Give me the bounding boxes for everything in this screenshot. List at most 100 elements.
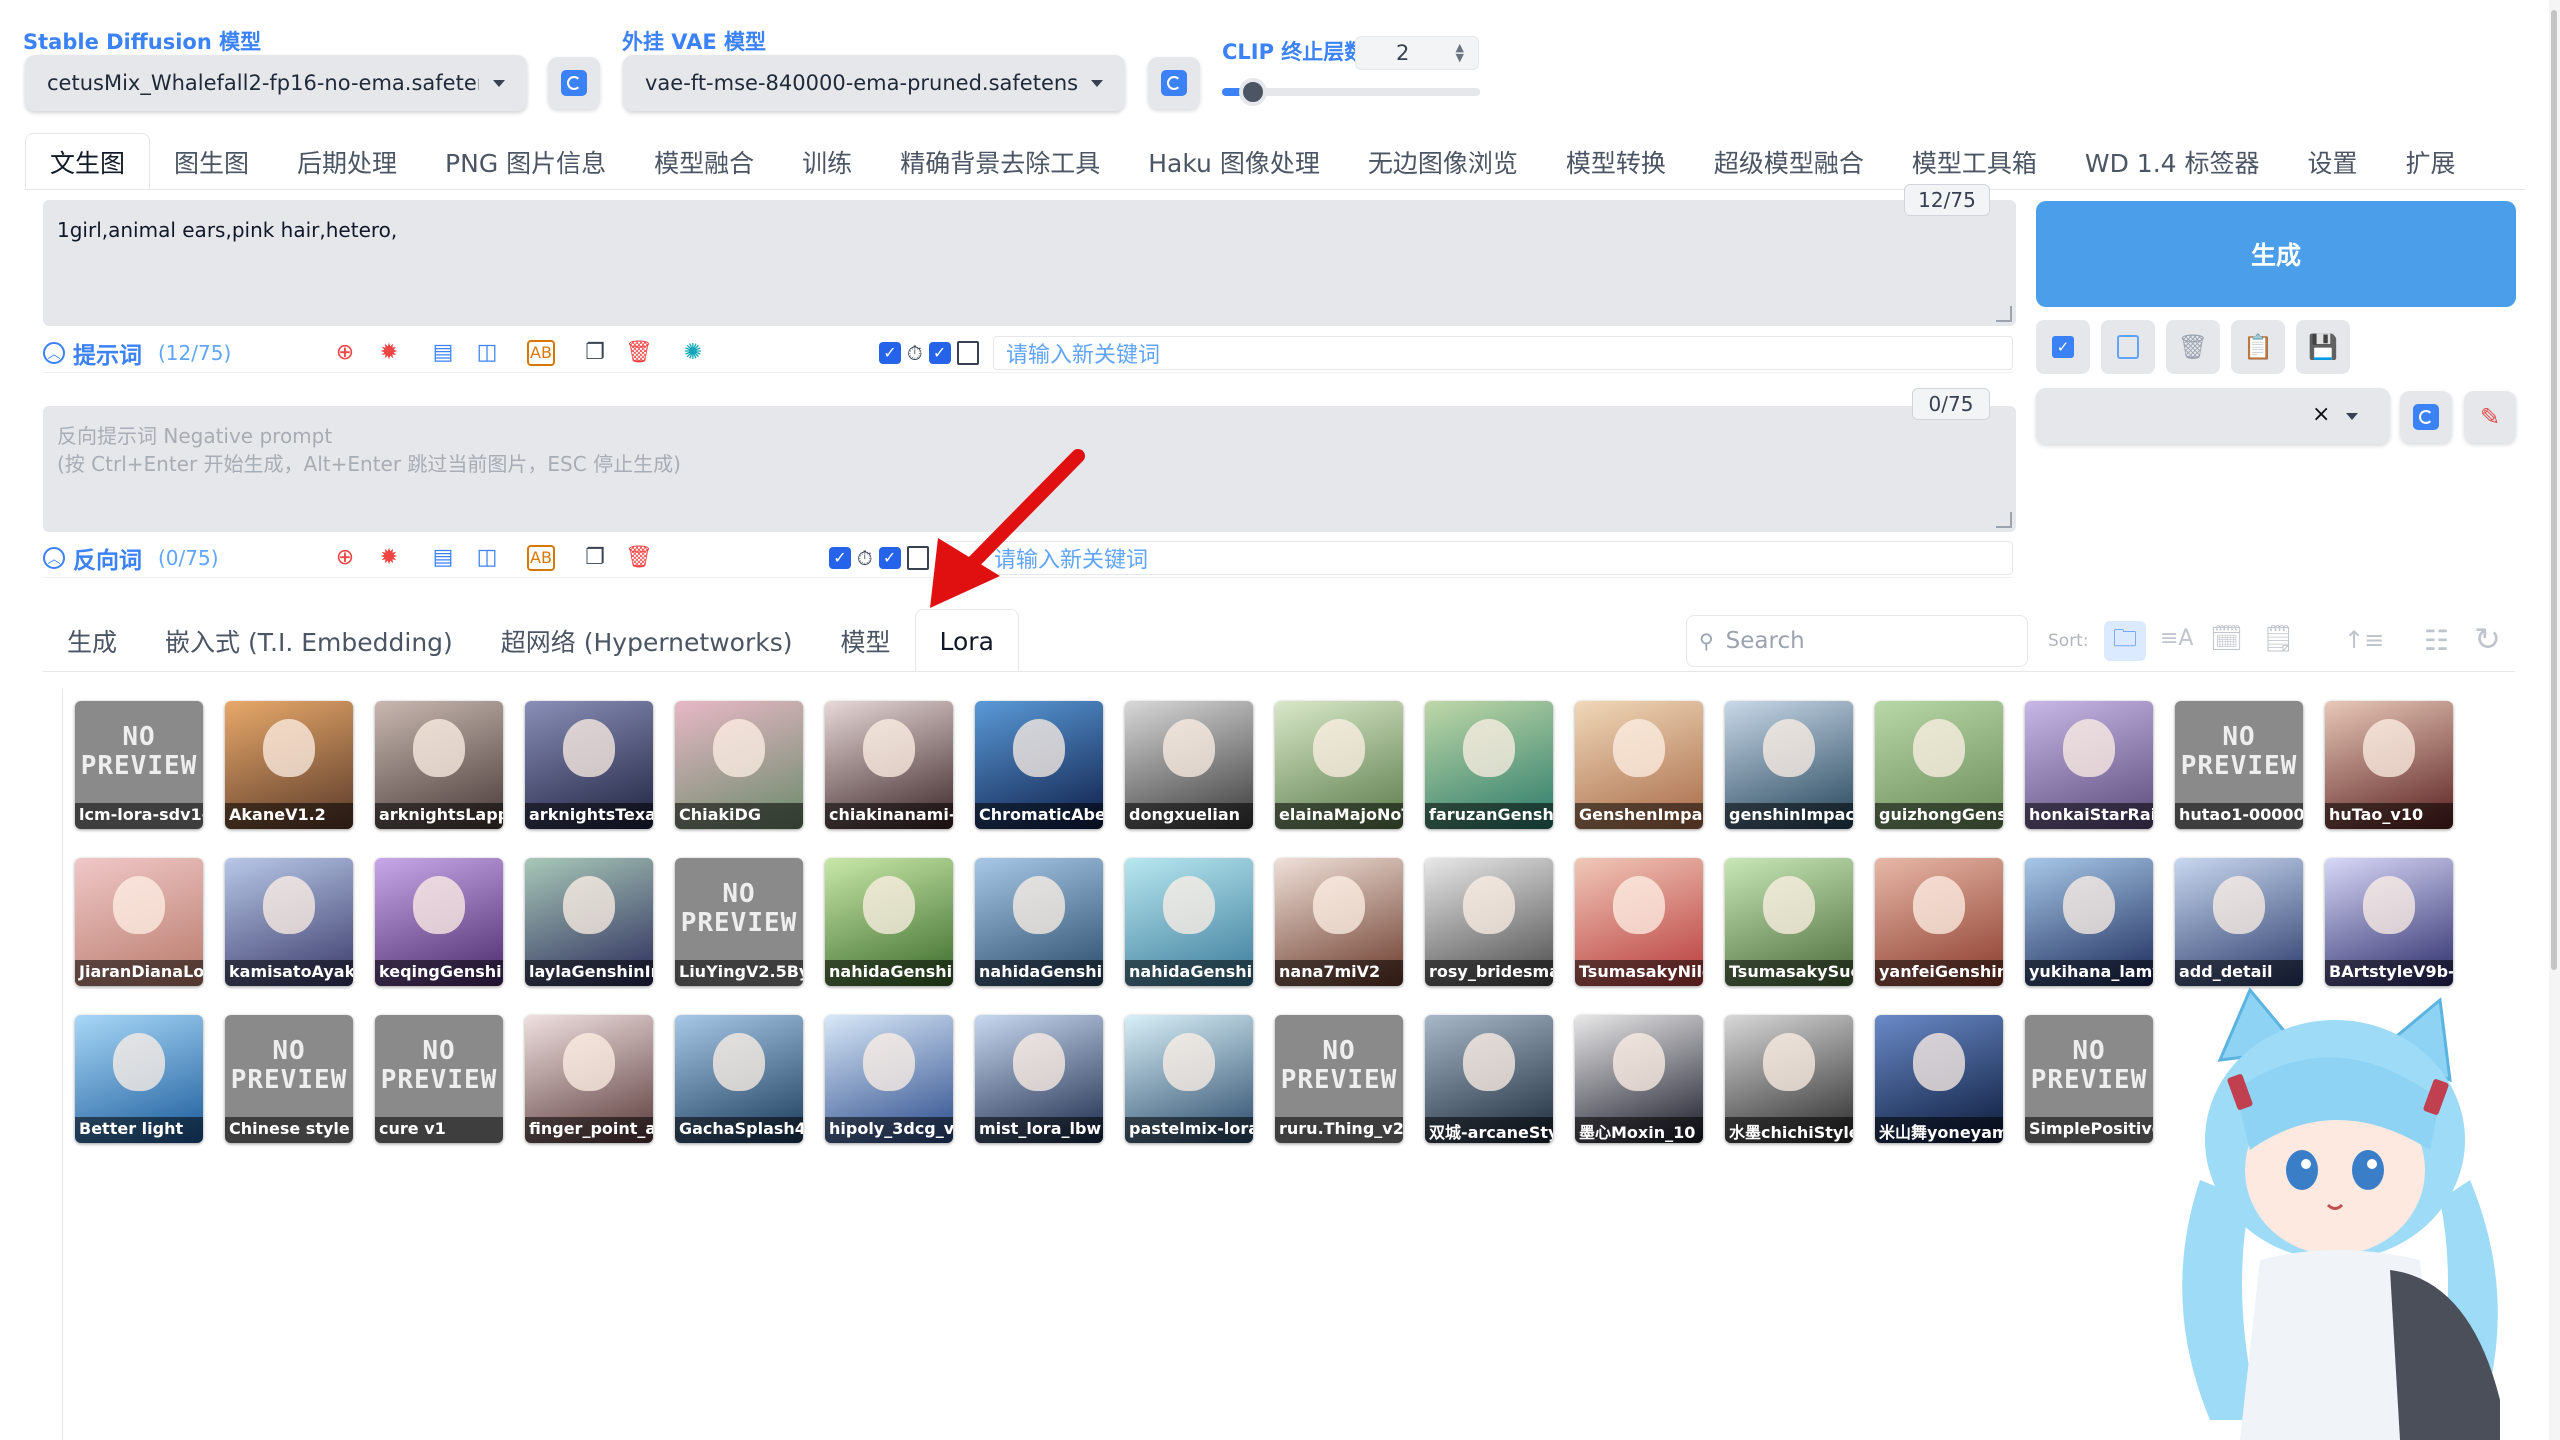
lora-card[interactable]: NOPREVIEW lcm-lora-sdv1-5 (75, 701, 203, 829)
lora-card[interactable]: genshinImpactF (1725, 701, 1853, 829)
collapse-icon[interactable]: ︿ (43, 546, 65, 569)
clip-skip-slider-track[interactable] (1222, 78, 1480, 106)
main-tab[interactable]: 训练 (778, 134, 876, 190)
main-tab[interactable]: WD 1.4 标签器 (2061, 134, 2284, 190)
sd-model-dropdown[interactable]: cetusMix_Whalefall2-fp16-no-ema.safetens… (25, 55, 527, 111)
sort-name-icon[interactable]: ≡A (2160, 626, 2193, 651)
vae-dropdown[interactable]: vae-ft-mse-840000-ema-pruned.safetensors (623, 55, 1125, 111)
collapse-icon[interactable]: ︿ (43, 341, 65, 364)
tree-view-icon[interactable]: ☷ (2424, 624, 2449, 657)
lora-card[interactable]: BArtstyleV9b-C (2325, 858, 2453, 986)
lora-card[interactable]: finger_point_at (525, 1015, 653, 1143)
lora-card[interactable]: TsumasakySucr (1725, 858, 1853, 986)
lora-card[interactable]: arknightsTexasT (525, 701, 653, 829)
sort-path-button[interactable]: 🗀 (2104, 621, 2146, 661)
lora-card[interactable]: GenshenImpact (1575, 701, 1703, 829)
translate-globe-icon[interactable]: ⊕ (331, 339, 359, 367)
lora-card[interactable]: faruzanGenshin (1425, 701, 1553, 829)
lora-card[interactable]: JiaranDianaLora (75, 858, 203, 986)
paste-style-button[interactable] (2101, 320, 2155, 374)
bookmark-icon[interactable]: ◫ (473, 544, 501, 572)
lora-card[interactable]: pastelmix-lora (1125, 1015, 1253, 1143)
refresh-styles-button[interactable] (2400, 391, 2452, 443)
lora-card[interactable]: arknightsLappla (375, 701, 503, 829)
copy-icon[interactable]: ❐ (581, 339, 609, 367)
ab-swap-icon[interactable]: AB (527, 339, 555, 366)
apply-style-button[interactable]: ✓ (2036, 320, 2090, 374)
refresh-list-icon[interactable]: ↻ (2474, 620, 2501, 658)
lora-card[interactable]: laylaGenshinIm (525, 858, 653, 986)
lora-card[interactable]: NOPREVIEW Chinese style ill (225, 1015, 353, 1143)
sort-date-created-icon[interactable]: 🗓 (2210, 624, 2243, 654)
lora-card[interactable]: rosy_bridesmai (1425, 858, 1553, 986)
lora-card[interactable]: 双城-arcaneStyl (1425, 1015, 1553, 1143)
lora-card[interactable]: NO PREVIEW ruru.Thing_v2 (1275, 1015, 1403, 1143)
lora-card[interactable]: keqingGenshinI (375, 858, 503, 986)
save-style-button[interactable]: 💾 (2296, 320, 2350, 374)
spinner-arrows-icon[interactable]: ▲ ▼ (1456, 42, 1464, 63)
main-tab[interactable]: PNG 图片信息 (421, 134, 630, 190)
lora-card[interactable]: ChiakiDG (675, 701, 803, 829)
extra-network-tab[interactable]: 生成 (43, 610, 141, 672)
panel-icon[interactable] (956, 340, 979, 365)
sort-date-modified-icon[interactable]: 🗒 (2262, 624, 2295, 654)
lora-card[interactable]: GachaSplash4 (675, 1015, 803, 1143)
lora-card[interactable]: hipoly_3dcg_v7 (825, 1015, 953, 1143)
lora-card[interactable]: nana7miV2 (1275, 858, 1403, 986)
lora-card[interactable]: NO PREVIEW hutao1-000009 (2175, 701, 2303, 829)
clear-style-button[interactable]: 🗑 (2166, 320, 2220, 374)
main-tab[interactable]: 精确背景去除工具 (876, 134, 1124, 190)
history-icon[interactable]: ▤ (429, 544, 457, 572)
generate-button[interactable]: 生成 (2036, 201, 2516, 307)
lora-card[interactable]: yanfeiGenshinIn (1875, 858, 2003, 986)
lora-card[interactable]: chiakinanami-lo (825, 701, 953, 829)
lora-card[interactable]: huTao_v10 (2325, 701, 2453, 829)
resize-handle[interactable] (1996, 306, 2012, 322)
main-tab[interactable]: 图生图 (150, 134, 273, 190)
lora-card[interactable]: kamisatoAyaka (225, 858, 353, 986)
chatgpt-icon[interactable]: ✺ (679, 339, 707, 367)
main-tab[interactable]: 设置 (2284, 134, 2382, 190)
lora-card[interactable]: Better light (75, 1015, 203, 1143)
main-tab[interactable]: Haku 图像处理 (1124, 134, 1344, 190)
scrollbar-thumb[interactable] (2551, 10, 2557, 970)
bookmark-icon[interactable]: ◫ (473, 339, 501, 367)
lora-card[interactable]: AkaneV1.2 (225, 701, 353, 829)
clip-skip-number[interactable]: 2 ▲ ▼ (1355, 36, 1479, 70)
edit-styles-button[interactable]: ✎ (2464, 391, 2516, 443)
lora-card[interactable]: add_detail (2175, 858, 2303, 986)
prompt-textarea[interactable]: 1girl,animal ears,pink hair,hetero, (43, 200, 2016, 326)
settings-gear-icon[interactable]: ✹ (375, 544, 403, 572)
checkbox-icon[interactable]: ✓ (928, 341, 951, 364)
main-tab[interactable]: 文生图 (25, 133, 151, 190)
settings-gear-icon[interactable]: ✹ (375, 339, 403, 367)
lora-card[interactable]: 米山舞yoneyam (1875, 1015, 2003, 1143)
styles-dropdown[interactable]: × (2036, 388, 2390, 444)
clip-skip-slider-thumb[interactable] (1238, 78, 1267, 106)
extra-network-tab[interactable]: 超网络 (Hypernetworks) (477, 610, 817, 672)
lora-card[interactable]: nahidaGenshinI (975, 858, 1103, 986)
negative-header[interactable]: ︿ 反向词 (0/75) (43, 541, 283, 575)
timer-icon[interactable]: ⏱ (907, 341, 923, 365)
refresh-models-button[interactable] (548, 57, 600, 109)
main-tab[interactable]: 模型工具箱 (1888, 134, 2061, 190)
extra-network-tab[interactable]: 嵌入式 (T.I. Embedding) (141, 610, 477, 672)
main-tab[interactable]: 模型转换 (1542, 134, 1690, 190)
checkbox-icon[interactable]: ✓ (878, 546, 901, 569)
sort-direction-icon[interactable]: ↑≡ (2344, 626, 2384, 654)
lora-card[interactable]: 水墨chichiStyle (1725, 1015, 1853, 1143)
checkbox-icon[interactable]: ✓ (879, 341, 901, 364)
lora-card[interactable]: ChromaticAberr (975, 701, 1103, 829)
resize-handle[interactable] (1996, 512, 2012, 528)
checkbox-icon[interactable]: ✓ (829, 546, 851, 569)
refresh-vae-button[interactable] (1148, 57, 1200, 109)
trash-icon[interactable]: 🗑 (625, 339, 653, 367)
main-tab[interactable]: 模型融合 (630, 134, 778, 190)
main-tab[interactable]: 无边图像浏览 (1344, 134, 1542, 190)
lora-card[interactable]: NOPREVIEW SimplePositive_ (2025, 1015, 2153, 1143)
lora-card[interactable]: nahidaGenshinI (825, 858, 953, 986)
lora-card[interactable]: nahidaGenshinI (1125, 858, 1253, 986)
search-input[interactable]: ⚲ Search (1686, 615, 2028, 667)
prompt-keyword-input[interactable]: 请输入新关键词 (993, 335, 2013, 370)
lora-card[interactable]: honkaiStarRailE (2025, 701, 2153, 829)
